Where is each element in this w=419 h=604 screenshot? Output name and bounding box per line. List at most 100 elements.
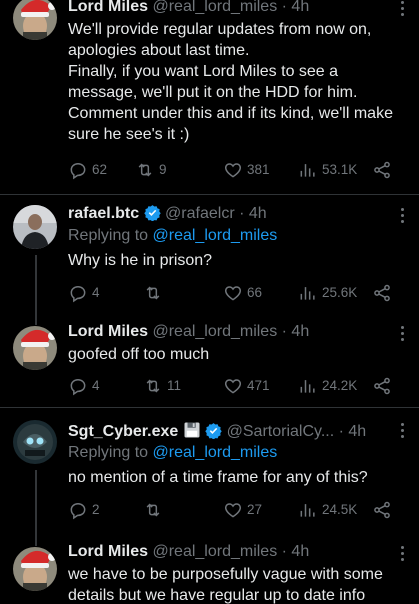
retweet-button[interactable]: 11	[143, 375, 181, 397]
share-button[interactable]	[372, 375, 396, 397]
tweet[interactable]: Lord Miles @real_lord_miles · 4h We'll p…	[0, 0, 419, 195]
heart-icon	[224, 163, 242, 178]
like-count: 381	[247, 162, 270, 177]
view-count: 24.5K	[322, 502, 358, 517]
more-options-icon[interactable]	[401, 546, 405, 564]
more-options-icon[interactable]	[401, 1, 405, 19]
heart-icon	[224, 503, 242, 518]
tweet-header: Lord Miles @real_lord_miles · 4h	[68, 322, 389, 342]
tweet[interactable]: Lord Miles @real_lord_miles · 4h goofed …	[0, 312, 419, 407]
tweet[interactable]: rafael.btc @rafaelcr · 4h Replying to @r…	[0, 195, 419, 312]
replying-to: Replying to @real_lord_miles	[68, 226, 277, 246]
retweet-icon	[138, 163, 152, 177]
thread-connector	[35, 255, 37, 312]
more-options-icon[interactable]	[401, 208, 405, 226]
thread-connector	[35, 525, 37, 546]
like-count: 27	[247, 502, 263, 517]
retweet-icon	[146, 503, 160, 517]
like-button[interactable]: 66	[223, 282, 262, 304]
share-button[interactable]	[372, 499, 396, 521]
avatar[interactable]	[13, 326, 57, 370]
share-button[interactable]	[372, 159, 396, 181]
avatar[interactable]	[13, 547, 57, 591]
more-options-icon[interactable]	[401, 423, 405, 441]
share-icon	[374, 161, 390, 179]
retweet-icon	[146, 379, 160, 393]
tweet-actions: 4 66 25.6K	[68, 282, 405, 304]
replying-to-link[interactable]: @real_lord_miles	[153, 444, 278, 461]
timestamp[interactable]: · 4h	[239, 205, 267, 222]
reply-icon	[70, 285, 86, 303]
replying-to-link[interactable]: @real_lord_miles	[153, 227, 278, 244]
views-button[interactable]: 24.2K	[298, 375, 357, 397]
replying-to: Replying to @real_lord_miles	[68, 443, 277, 463]
tweet-text: we have to be purposefully vague with so…	[68, 566, 383, 604]
views-icon	[300, 380, 315, 393]
tweet-text: Why is he in prison?	[68, 252, 213, 269]
view-count: 53.1K	[322, 162, 358, 177]
like-count: 66	[247, 285, 263, 300]
reply-button[interactable]: 4	[68, 375, 100, 397]
reply-button[interactable]: 62	[68, 159, 107, 181]
reply-button[interactable]: 4	[68, 282, 100, 304]
user-handle[interactable]: @real_lord_miles	[152, 0, 277, 15]
retweet-count: 9	[159, 162, 167, 177]
tweet[interactable]: Sgt_Cyber.exe @SartorialCy... · 4h Reply…	[0, 408, 419, 525]
user-handle[interactable]: @SartorialCy...	[227, 423, 335, 440]
tweet[interactable]: Lord Miles @real_lord_miles · 4h we have…	[0, 525, 419, 604]
timestamp[interactable]: · 4h	[282, 323, 310, 340]
avatar[interactable]	[13, 0, 57, 40]
view-count: 24.2K	[322, 378, 358, 393]
timestamp[interactable]: · 4h	[339, 423, 367, 440]
reply-icon	[70, 378, 86, 396]
thread-connector	[35, 312, 37, 325]
tweet-header: Sgt_Cyber.exe @SartorialCy... · 4h	[68, 421, 389, 442]
share-button[interactable]	[372, 282, 396, 304]
tweet-actions: 62 9 381 53.1K	[68, 159, 405, 181]
replying-to-label: Replying to	[68, 227, 149, 244]
reply-icon	[70, 162, 86, 180]
reply-count: 4	[92, 285, 100, 300]
verified-badge-icon	[205, 423, 222, 439]
retweet-button[interactable]	[143, 499, 167, 521]
display-name[interactable]: rafael.btc	[68, 205, 139, 222]
tweet-header: Lord Miles @real_lord_miles · 4h	[68, 0, 389, 17]
tweet-text: goofed off too much	[68, 346, 210, 363]
user-handle[interactable]: @real_lord_miles	[152, 543, 277, 560]
views-icon	[300, 164, 315, 177]
tweet-header: Lord Miles @real_lord_miles · 4h	[68, 542, 389, 562]
like-button[interactable]: 381	[223, 159, 270, 181]
tweet-actions: 4 11 471 24.2K	[68, 375, 405, 397]
reply-thread: Lord Miles @real_lord_miles · 4h We'll p…	[0, 0, 419, 604]
views-button[interactable]: 24.5K	[298, 499, 357, 521]
like-count: 471	[247, 378, 270, 393]
avatar[interactable]	[13, 420, 57, 464]
display-name[interactable]: Sgt_Cyber.exe	[68, 423, 178, 440]
avatar[interactable]	[13, 205, 57, 249]
retweet-button[interactable]	[143, 282, 167, 304]
timestamp[interactable]: · 4h	[282, 0, 310, 15]
timestamp[interactable]: · 4h	[282, 543, 310, 560]
tweet-text: no mention of a time frame for any of th…	[68, 469, 368, 486]
tweet-header: rafael.btc @rafaelcr · 4h	[68, 204, 389, 224]
user-handle[interactable]: @real_lord_miles	[152, 323, 277, 340]
heart-icon	[224, 379, 242, 394]
display-name[interactable]: Lord Miles	[68, 323, 148, 340]
display-name[interactable]: Lord Miles	[68, 0, 148, 15]
reply-count: 2	[92, 502, 100, 517]
tweet-actions: 2 27 24.5K	[68, 499, 405, 521]
retweet-icon	[146, 286, 160, 300]
user-handle[interactable]: @rafaelcr	[165, 205, 235, 222]
like-button[interactable]: 471	[223, 375, 270, 397]
replying-to-label: Replying to	[68, 444, 149, 461]
more-options-icon[interactable]	[401, 326, 405, 344]
verified-badge-icon	[143, 205, 161, 221]
floppy-disk-emoji	[184, 422, 200, 438]
views-button[interactable]: 53.1K	[298, 159, 357, 181]
reply-button[interactable]: 2	[68, 499, 100, 521]
retweet-button[interactable]: 9	[135, 159, 167, 181]
views-button[interactable]: 25.6K	[298, 282, 357, 304]
tweet-text: We'll provide regular updates from now o…	[68, 21, 393, 143]
display-name[interactable]: Lord Miles	[68, 543, 148, 560]
like-button[interactable]: 27	[223, 499, 262, 521]
